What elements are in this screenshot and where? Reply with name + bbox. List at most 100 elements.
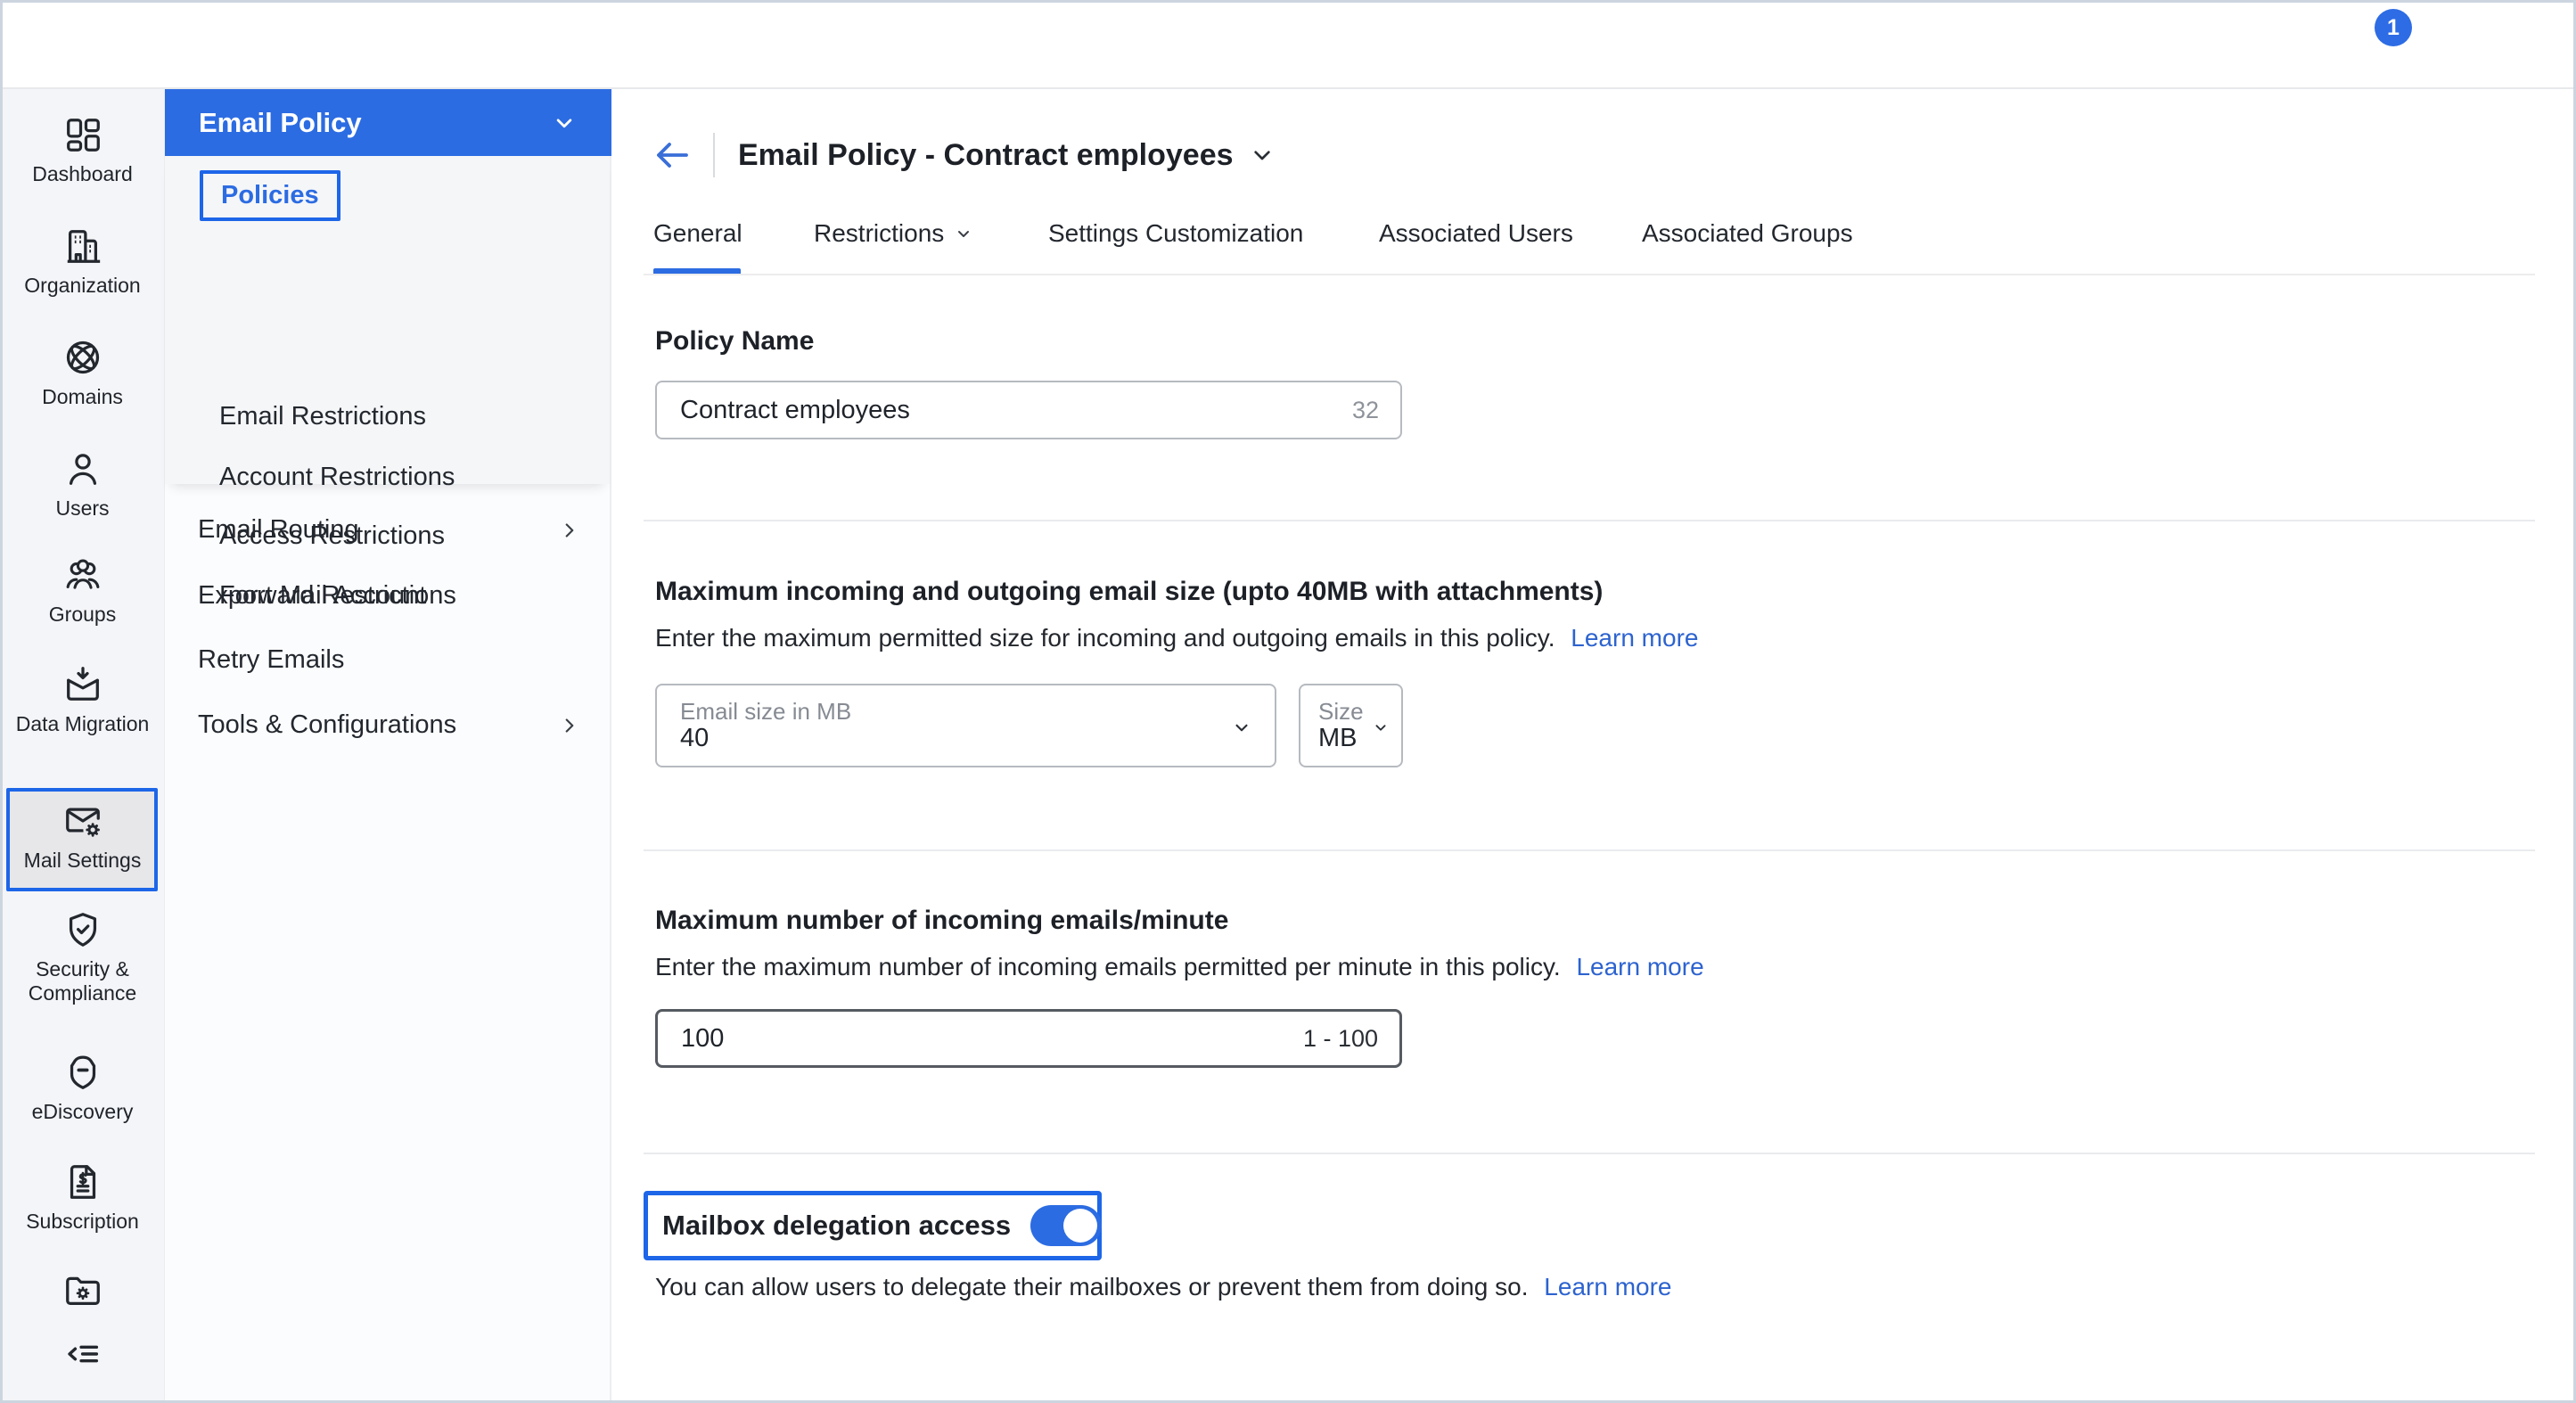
- chevron-right-icon: [558, 714, 581, 737]
- sidebar-item-label: Mail Settings: [24, 849, 142, 873]
- sidebar-item-dashboard[interactable]: Dashboard: [0, 114, 165, 186]
- tab-associated-users[interactable]: Associated Users: [1379, 219, 1573, 248]
- section-divider: [644, 849, 2535, 851]
- email-size-description: Enter the maximum permitted size for inc…: [655, 624, 1698, 652]
- incoming-limit-description: Enter the maximum number of incoming ema…: [655, 953, 1704, 981]
- top-bar: [0, 0, 2576, 89]
- sidebar-item-label: Users: [55, 496, 109, 521]
- sidebar-item-ediscovery[interactable]: eDiscovery: [0, 1052, 165, 1124]
- notification-badge: 1: [2375, 9, 2412, 46]
- sidebar-item-label: Groups: [49, 603, 116, 627]
- groups-people-icon: [62, 554, 103, 595]
- section-divider: [644, 1153, 2535, 1154]
- sidebar-item-folder-settings[interactable]: [0, 1269, 165, 1310]
- tab-associated-groups[interactable]: Associated Groups: [1642, 219, 1853, 248]
- nav-item-email-routing[interactable]: Email Routing: [198, 515, 581, 545]
- data-migration-envelope-icon: [62, 664, 103, 705]
- section-divider: [644, 520, 2535, 521]
- mailbox-delegation-description: You can allow users to delegate their ma…: [655, 1273, 1671, 1301]
- nav-item-label: Retry Emails: [198, 645, 344, 675]
- sidebar-item-label: Domains: [42, 385, 123, 409]
- nav-item-export-mail-account[interactable]: Export Mail Account: [198, 581, 581, 611]
- mailbox-delegation-label: Mailbox delegation access: [662, 1210, 1011, 1242]
- collapse-menu-icon[interactable]: [0, 1333, 165, 1374]
- incoming-limit-heading: Maximum number of incoming emails/minute: [655, 906, 1228, 936]
- dashboard-grid-icon: [62, 114, 103, 155]
- policy-page-title: Email Policy - Contract employees: [738, 138, 1234, 173]
- sidebar-item-organization[interactable]: Organization: [0, 226, 165, 298]
- header-divider: [713, 133, 715, 177]
- chevron-down-icon: [953, 223, 974, 244]
- nav-item-label: Export Mail Account: [198, 581, 426, 611]
- tab-label: Restrictions: [814, 219, 944, 248]
- select-label: Email size in MB: [680, 698, 851, 726]
- organization-building-icon: [62, 226, 103, 267]
- chevron-down-icon: [551, 110, 578, 136]
- sidebar-item-mail-settings[interactable]: Mail Settings: [0, 800, 165, 873]
- tab-general[interactable]: General: [653, 219, 742, 248]
- sidebar-item-groups[interactable]: Groups: [0, 554, 165, 627]
- domains-globe-icon: [62, 337, 103, 378]
- sidebar-item-label: Organization: [24, 274, 140, 298]
- nav-section-title: Email Policy: [199, 107, 362, 139]
- mailbox-delegation-toggle[interactable]: [1030, 1205, 1102, 1246]
- sidebar-item-subscription[interactable]: Subscription: [0, 1161, 165, 1234]
- select-value: MB: [1318, 724, 1358, 753]
- chevron-down-icon: [1371, 718, 1391, 737]
- ediscovery-badge-icon: [62, 1052, 103, 1093]
- chevron-down-icon[interactable]: [1248, 141, 1276, 169]
- email-policy-submenu: Policies Email Restrictions Account Rest…: [165, 156, 610, 484]
- char-count: 32: [1352, 397, 1400, 424]
- allowed-range: 1 - 100: [1303, 1025, 1399, 1053]
- mailbox-delegation-highlight-box: Mailbox delegation access: [644, 1191, 1102, 1260]
- sidebar-item-users[interactable]: Users: [0, 448, 165, 521]
- tab-restrictions[interactable]: Restrictions: [814, 219, 974, 248]
- learn-more-link[interactable]: Learn more: [1544, 1273, 1671, 1300]
- policy-name-field: 32: [655, 381, 1402, 439]
- description-text: Enter the maximum number of incoming ema…: [655, 953, 1561, 980]
- chevron-right-icon: [558, 519, 581, 542]
- nav-item-email-restrictions[interactable]: Email Restrictions: [219, 402, 426, 431]
- subscription-invoice-icon: [62, 1161, 103, 1202]
- email-size-heading: Maximum incoming and outgoing email size…: [655, 577, 1603, 607]
- email-size-select[interactable]: Email size in MB 40: [655, 684, 1276, 767]
- nav-item-tools-configurations[interactable]: Tools & Configurations: [198, 710, 581, 740]
- back-arrow-icon[interactable]: [651, 134, 693, 176]
- select-value: 40: [680, 724, 709, 753]
- sidebar-item-security-compliance[interactable]: Security & Compliance: [0, 909, 165, 1005]
- size-unit-select[interactable]: Size MB: [1299, 684, 1403, 767]
- nav-item-label: Tools & Configurations: [198, 710, 456, 740]
- sidebar-item-label: Data Migration: [16, 712, 150, 736]
- mail-settings-envelope-gear-icon: [62, 800, 103, 841]
- incoming-limit-field: 1 - 100: [655, 1009, 1402, 1068]
- sidebar-item-label: Security & Compliance: [16, 957, 150, 1005]
- sidebar-item-domains[interactable]: Domains: [0, 337, 165, 409]
- learn-more-link[interactable]: Learn more: [1571, 624, 1698, 652]
- tabs-divider: [644, 274, 2535, 275]
- sidebar-item-label: Subscription: [26, 1210, 139, 1234]
- incoming-limit-input[interactable]: [658, 1024, 1303, 1054]
- description-text: You can allow users to delegate their ma…: [655, 1273, 1529, 1300]
- select-label: Size: [1318, 698, 1364, 726]
- learn-more-link[interactable]: Learn more: [1576, 953, 1703, 980]
- sidebar-item-label: Dashboard: [32, 162, 133, 186]
- sidebar-item-label: eDiscovery: [32, 1100, 134, 1124]
- folder-settings-icon: [62, 1269, 103, 1310]
- toggle-knob: [1063, 1209, 1097, 1243]
- chevron-down-icon: [1230, 716, 1253, 739]
- nav-item-label: Policies: [221, 181, 319, 209]
- nav-item-policies-highlighted[interactable]: Policies: [200, 170, 340, 221]
- policy-name-input[interactable]: [657, 396, 1352, 425]
- users-person-icon: [62, 448, 103, 489]
- content-header: Email Policy - Contract employees: [651, 132, 1276, 178]
- tab-settings-customization[interactable]: Settings Customization: [1048, 219, 1303, 248]
- nav-section-email-policy[interactable]: Email Policy: [165, 89, 611, 156]
- nav-item-retry-emails[interactable]: Retry Emails: [198, 645, 581, 675]
- description-text: Enter the maximum permitted size for inc…: [655, 624, 1555, 652]
- sidebar-item-data-migration[interactable]: Data Migration: [0, 664, 165, 736]
- mail-settings-admin-page: Mail Settings Quick Access 1 Dashboard O…: [0, 0, 2576, 1403]
- security-shield-check-icon: [62, 909, 103, 950]
- nav-item-label: Email Routing: [198, 515, 359, 545]
- policy-name-heading: Policy Name: [655, 326, 814, 357]
- nav-item-account-restrictions[interactable]: Account Restrictions: [219, 463, 455, 492]
